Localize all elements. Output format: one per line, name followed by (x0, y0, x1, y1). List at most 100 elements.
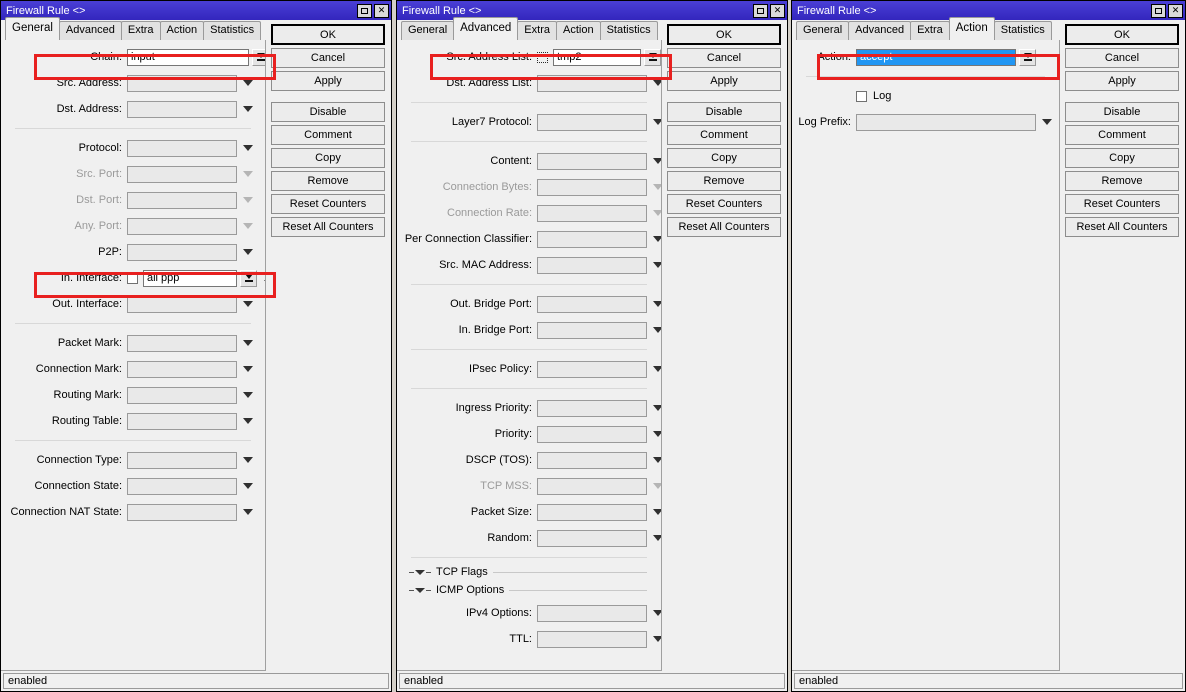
field-row-connection-type[interactable]: Connection Type: (1, 447, 265, 473)
chevron-down-icon-log-prefix[interactable] (1042, 119, 1052, 125)
chevron-down-icon-dscp-tos[interactable] (653, 457, 661, 463)
input-connection-mark[interactable] (127, 360, 237, 378)
chevron-down-icon-ttl[interactable] (653, 636, 661, 642)
disable-button[interactable]: Disable (667, 102, 781, 122)
remove-button[interactable]: Remove (667, 171, 781, 191)
reset-all-counters-button[interactable]: Reset All Counters (271, 217, 385, 237)
chevron-down-icon-src-mac-address[interactable] (653, 262, 661, 268)
chevron-down-icon-layer7-protocol[interactable] (653, 119, 661, 125)
close-icon[interactable]: ✕ (770, 3, 785, 18)
tab-general[interactable]: General (401, 21, 455, 40)
field-row-dst-address-list[interactable]: Dst. Address List: (397, 70, 661, 96)
field-row-layer7-protocol[interactable]: Layer7 Protocol: (397, 109, 661, 135)
input-connection-state[interactable] (127, 477, 237, 495)
chevron-down-icon-routing-table[interactable] (243, 418, 253, 424)
chevron-down-icon-dst-address[interactable] (243, 106, 253, 112)
copy-button[interactable]: Copy (1065, 148, 1179, 168)
firewall-rule-window-advanced[interactable]: Firewall Rule <> ✕ General Advanced Extr… (396, 0, 788, 692)
titlebar-buttons[interactable]: ✕ (1151, 3, 1183, 18)
input-out-bridge-port[interactable] (537, 295, 647, 313)
chevron-down-icon-src-address[interactable] (243, 80, 253, 86)
field-row-packet-mark[interactable]: Packet Mark: (1, 330, 265, 356)
field-row-chain[interactable]: Chain: input (1, 44, 265, 70)
field-row-routing-mark[interactable]: Routing Mark: (1, 382, 265, 408)
tab-advanced[interactable]: Advanced (58, 21, 122, 40)
input-src-address-list[interactable]: tmp2 (553, 48, 641, 66)
input-connection-nat-state[interactable] (127, 503, 237, 521)
remove-button[interactable]: Remove (1065, 171, 1179, 191)
reset-counters-button[interactable]: Reset Counters (667, 194, 781, 214)
chevron-down-icon-p2p[interactable] (243, 249, 253, 255)
field-row-src-mac-address[interactable]: Src. MAC Address: (397, 252, 661, 278)
tab-action[interactable]: Action (555, 21, 601, 40)
tab-statistics[interactable]: Statistics (599, 21, 658, 40)
reset-counters-button[interactable]: Reset Counters (1065, 194, 1179, 214)
comment-button[interactable]: Comment (271, 125, 385, 145)
chevron-down-icon-per-connection-classifier[interactable] (653, 236, 661, 242)
input-routing-mark[interactable] (127, 386, 237, 404)
field-row-ipsec-policy[interactable]: IPsec Policy: (397, 356, 661, 382)
titlebar-buttons[interactable]: ✕ (357, 3, 389, 18)
field-row-p2p[interactable]: P2P: (1, 239, 265, 265)
field-row-ttl[interactable]: TTL: (397, 626, 661, 652)
cancel-button[interactable]: Cancel (667, 48, 781, 68)
chevron-down-icon-priority[interactable] (653, 431, 661, 437)
apply-button[interactable]: Apply (667, 71, 781, 91)
checkbox-src-address-list-negate[interactable] (537, 51, 548, 63)
maximize-icon[interactable] (753, 3, 768, 18)
ok-button[interactable]: OK (271, 24, 385, 45)
chevron-down-icon-icmp-options[interactable] (415, 587, 425, 593)
input-p2p[interactable] (127, 243, 237, 261)
field-row-log[interactable]: Log (792, 83, 1059, 109)
field-row-ipv4-options[interactable]: IPv4 Options: (397, 600, 661, 626)
chevron-down-icon-action[interactable] (1019, 48, 1036, 66)
cancel-button[interactable]: Cancel (271, 48, 385, 68)
tab-extra[interactable]: Extra (517, 21, 557, 40)
chevron-down-icon-ingress-priority[interactable] (653, 405, 661, 411)
field-row-random[interactable]: Random: (397, 525, 661, 551)
tabstrip[interactable]: General Advanced Extra Action Statistics (397, 17, 662, 40)
apply-button[interactable]: Apply (271, 71, 385, 91)
field-row-in-interface[interactable]: In. Interface: all ppp (1, 265, 265, 291)
input-ipsec-policy[interactable] (537, 360, 647, 378)
chevron-down-icon-protocol[interactable] (243, 145, 253, 151)
input-src-address[interactable] (127, 74, 237, 92)
ok-button[interactable]: OK (1065, 24, 1179, 45)
tab-extra[interactable]: Extra (910, 21, 950, 40)
field-row-priority[interactable]: Priority: (397, 421, 661, 447)
input-action[interactable]: accept (856, 48, 1016, 66)
chevron-down-icon-in-bridge-port[interactable] (653, 327, 661, 333)
tab-statistics[interactable]: Statistics (203, 21, 262, 40)
checkbox-log[interactable] (856, 90, 867, 102)
comment-button[interactable]: Comment (667, 125, 781, 145)
cancel-button[interactable]: Cancel (1065, 48, 1179, 68)
field-row-connection-mark[interactable]: Connection Mark: (1, 356, 265, 382)
close-icon[interactable]: ✕ (374, 3, 389, 18)
field-row-packet-size[interactable]: Packet Size: (397, 499, 661, 525)
input-dscp-tos[interactable] (537, 451, 647, 469)
chevron-down-icon-routing-mark[interactable] (243, 392, 253, 398)
input-ttl[interactable] (537, 630, 647, 648)
chevron-down-icon-src-address-list[interactable] (644, 48, 661, 66)
remove-button[interactable]: Remove (271, 171, 385, 191)
input-out-interface[interactable] (127, 295, 237, 313)
input-packet-mark[interactable] (127, 334, 237, 352)
field-row-ingress-priority[interactable]: Ingress Priority: (397, 395, 661, 421)
maximize-icon[interactable] (357, 3, 372, 18)
chevron-down-icon-connection-nat-state[interactable] (243, 509, 253, 515)
tab-advanced[interactable]: Advanced (453, 17, 519, 40)
chevron-down-icon-random[interactable] (653, 535, 661, 541)
field-row-connection-nat-state[interactable]: Connection NAT State: (1, 499, 265, 525)
input-per-connection-classifier[interactable] (537, 230, 647, 248)
field-row-log-prefix[interactable]: Log Prefix: (792, 109, 1059, 135)
input-ingress-priority[interactable] (537, 399, 647, 417)
field-row-out-interface[interactable]: Out. Interface: (1, 291, 265, 317)
input-layer7-protocol[interactable] (537, 113, 647, 131)
comment-button[interactable]: Comment (1065, 125, 1179, 145)
field-row-content[interactable]: Content: (397, 148, 661, 174)
ok-button[interactable]: OK (667, 24, 781, 45)
chevron-down-icon-content[interactable] (653, 158, 661, 164)
field-row-dst-address[interactable]: Dst. Address: (1, 96, 265, 122)
field-row-dscp-tos[interactable]: DSCP (TOS): (397, 447, 661, 473)
disable-button[interactable]: Disable (271, 102, 385, 122)
